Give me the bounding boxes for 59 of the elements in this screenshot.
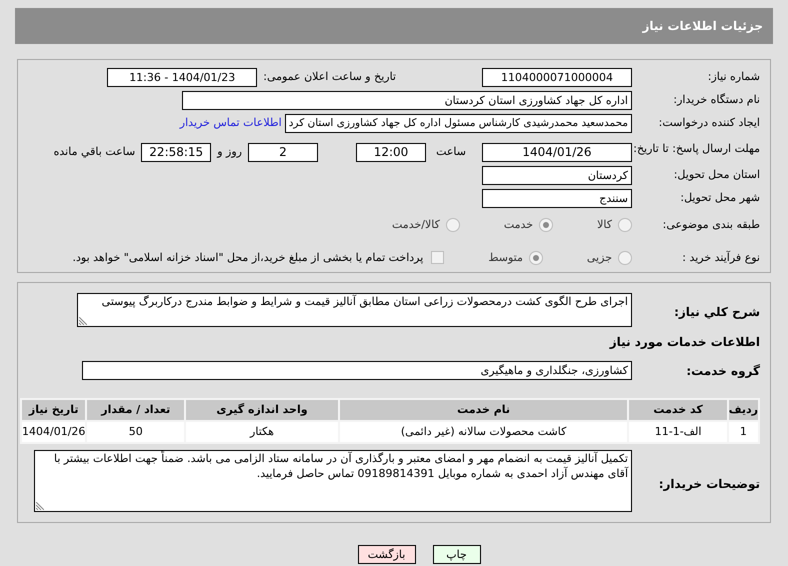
field-value: 1404/01/23 - 11:36 [107,68,258,87]
field-value: 22:58:15 [141,143,212,162]
table-cell: هکتار [185,421,339,443]
field-value: 2 [248,143,318,162]
field-label: نوع فرآیند خرید : [681,250,760,266]
table-cell: 1 [728,421,759,443]
field-label: ایجاد کننده درخواست: [658,115,760,132]
table-cell: 1404/01/26 [21,421,86,443]
radio-button[interactable] [539,218,554,232]
resize-grip-icon[interactable] [36,502,44,510]
column-header: ردیف [728,399,759,421]
field-value: سنندج [482,189,632,208]
option-label: خدمت [504,217,534,233]
field-label: ساعت [436,144,466,160]
column-header: واحد اندازه گیری [185,399,339,421]
option-label: پرداخت تمام یا بخشی از مبلغ خرید،از محل "اسناد خزانه اسلامی" خواهد بود. [72,250,424,266]
contact-link[interactable]: اطلاعات تماس خریدار [180,115,282,132]
back-button[interactable]: بازگشت [358,545,416,564]
column-header: تاریخ نیاز [21,399,86,421]
field-value: 1104000071000004 [482,68,632,87]
radio-button[interactable] [618,218,632,232]
radio-button[interactable] [618,250,632,265]
column-header: تعداد / مقدار [86,399,186,421]
field-label: گروه خدمت: [685,362,760,380]
option-label: متوسط [488,250,523,266]
field-value: تکمیل آنالیز قیمت به انضمام مهر و امضای معتبر و بارگذاری آن در سامانه ستاد الزامی می باشد. ضمناً جهت اطلاعات بیشتر با آقای مهندس آزاد احمدی به شماره موبایل 09189814391 تماس حاصل فرمایید. [52,451,628,481]
radio-button[interactable] [446,218,460,232]
field-label: شهر محل تحویل: [679,190,760,206]
field-label: روز و [217,144,242,160]
field-value: کردستان [482,166,632,185]
field-value: کشاورزی، جنگلداری و ماهیگیری [82,361,632,380]
field-label: طبقه بندی موضوعی: [662,217,760,233]
field-value: اداره کل جهاد کشاورزی استان کردستان [182,91,632,110]
option-label: کالا/خدمت [392,217,440,233]
page-title: جزئیات اطلاعات نیاز [642,18,763,35]
field-label: توضیحات خریدار: [658,476,760,493]
resize-grip-icon[interactable] [79,317,87,325]
option-label: کالا [597,217,612,233]
checkbox[interactable] [431,251,444,264]
column-header: کد خدمت [628,399,728,421]
table-cell: کاشت محصولات سالانه (غیر دائمی) [338,421,628,443]
column-header: نام خدمت [338,399,628,421]
print-button[interactable]: چاپ [432,545,480,564]
table-cell: الف-1-11 [628,421,728,443]
radio-button[interactable] [528,250,543,265]
table-cell: 50 [86,421,186,443]
field-label: شرح کلي نیاز: [673,304,760,321]
section-heading: اطلاعات خدمات مورد نیاز [608,334,760,351]
field-label: استان محل تحویل: [672,167,760,184]
field-value: 1404/01/26 [482,143,632,162]
field-label: مهلت ارسال پاسخ: تا تاریخ: [632,141,760,157]
field-label: ساعت باقي مانده [54,144,136,160]
field-value: 12:00 [356,143,426,162]
field-label: نام دستگاه خریدار: [672,92,760,108]
field-value: محمدسعید محمدرشیدی کارشناس مسئول اداره کل جهاد کشاورزی استان کرد [284,114,632,133]
option-label: جزیی [586,250,612,266]
field-label: شماره نیاز: [706,69,760,86]
field-value: اجرای طرح الگوی کشت درمحصولات زراعی استان مطابق آنالیز قیمت و شرایط و ضوابط مندرج درکاربرگ پیوستی [100,294,628,309]
field-label: تاریخ و ساعت اعلان عمومی: [263,69,396,86]
